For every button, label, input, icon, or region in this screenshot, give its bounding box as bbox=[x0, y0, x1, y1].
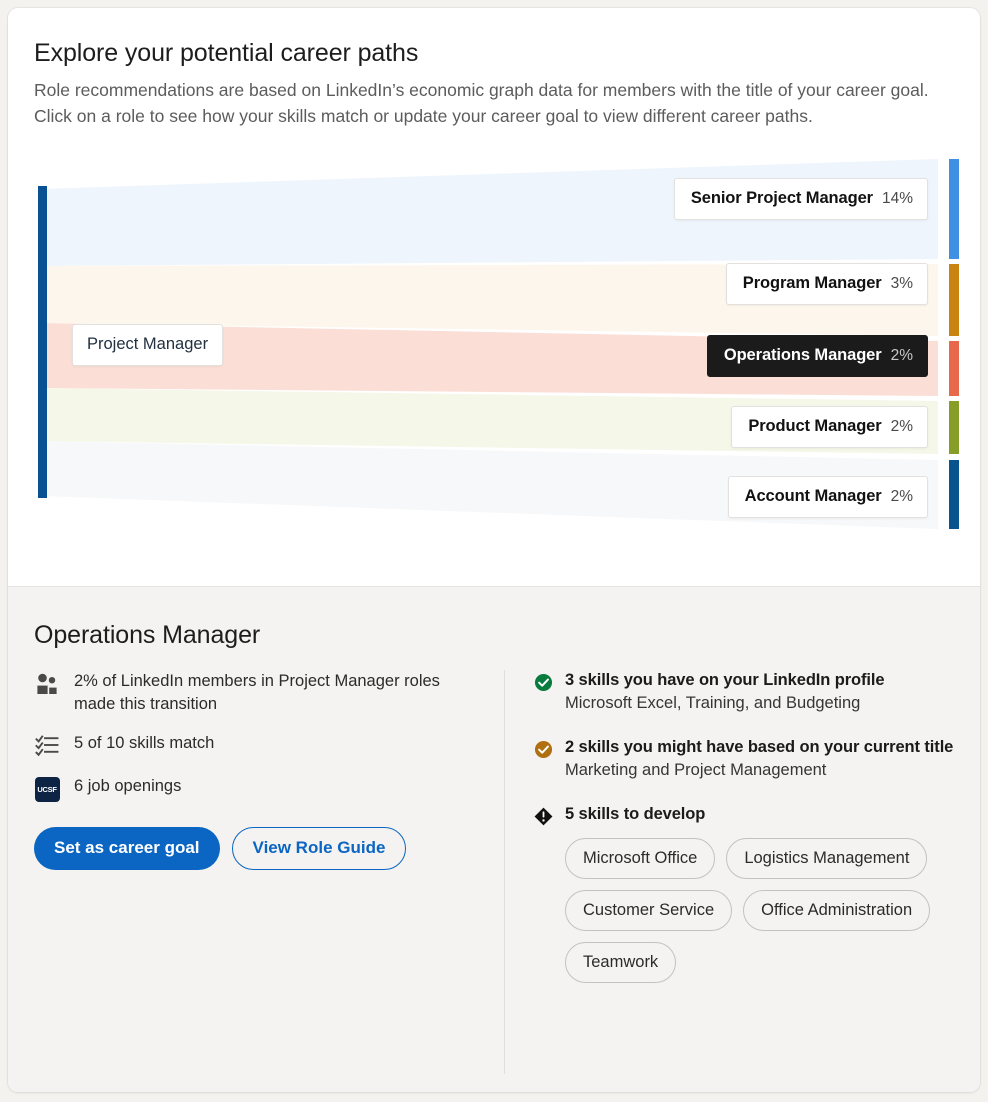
role-name: Program Manager bbox=[742, 274, 882, 292]
check-circle-amber-icon bbox=[533, 739, 553, 759]
set-as-career-goal-button[interactable]: Set as career goal bbox=[34, 827, 220, 870]
view-role-guide-button[interactable]: View Role Guide bbox=[231, 827, 407, 870]
role-name: Senior Project Manager bbox=[690, 189, 873, 207]
stat-skills-match-text: 5 of 10 skills match bbox=[74, 734, 215, 752]
checklist-icon bbox=[34, 733, 60, 759]
detail-right-column: 3 skills you have on your LinkedIn profi… bbox=[504, 670, 954, 1074]
skills-to-develop-text: 5 skills to develop Microsoft Office Log… bbox=[565, 804, 954, 983]
stat-transition-text: 2% of LinkedIn members in Project Manage… bbox=[74, 672, 440, 713]
sankey-label-operations-manager[interactable]: Operations Manager 2% bbox=[706, 335, 928, 377]
role-percent: 2% bbox=[890, 418, 913, 435]
sankey-label-program-manager[interactable]: Program Manager 3% bbox=[725, 263, 928, 305]
sankey-node-program-manager[interactable] bbox=[949, 264, 959, 336]
check-circle-green-icon bbox=[533, 672, 553, 692]
skills-to-develop-group: 5 skills to develop Microsoft Office Log… bbox=[533, 804, 954, 983]
sankey-node-product-manager[interactable] bbox=[949, 401, 959, 454]
stat-transition: 2% of LinkedIn members in Project Manage… bbox=[34, 670, 484, 716]
skill-pill[interactable]: Teamwork bbox=[565, 942, 677, 983]
detail-action-buttons: Set as career goal View Role Guide bbox=[34, 827, 484, 870]
detail-left-column: 2% of LinkedIn members in Project Manage… bbox=[34, 670, 504, 1074]
stat-job-openings: UCSF 6 job openings bbox=[34, 775, 484, 802]
stat-job-openings-text: 6 job openings bbox=[74, 777, 182, 795]
skill-pill[interactable]: Office Administration bbox=[743, 890, 931, 931]
role-name: Product Manager bbox=[748, 417, 882, 435]
sankey-source-label-project-manager[interactable]: Project Manager bbox=[72, 324, 224, 366]
page-title: Explore your potential career paths bbox=[34, 39, 419, 67]
sankey-node-senior-project-manager[interactable] bbox=[949, 159, 959, 259]
career-paths-page: Explore your potential career paths Role… bbox=[0, 0, 988, 1102]
sankey-label-account-manager[interactable]: Account Manager 2% bbox=[727, 476, 928, 518]
ucsf-badge-text: UCSF bbox=[34, 776, 60, 802]
career-paths-card: Explore your potential career paths Role… bbox=[8, 8, 980, 1092]
role-detail-title: Operations Manager bbox=[34, 621, 261, 649]
card-header: Explore your potential career paths Role… bbox=[8, 8, 980, 129]
stat-skills-match: 5 of 10 skills match bbox=[34, 732, 484, 759]
alert-diamond-icon bbox=[533, 806, 553, 826]
sankey-label-product-manager[interactable]: Product Manager 2% bbox=[731, 406, 928, 448]
role-name: Account Manager bbox=[744, 487, 882, 505]
source-label-text: Project Manager bbox=[87, 335, 209, 353]
role-percent: 14% bbox=[881, 190, 913, 207]
role-percent: 3% bbox=[890, 275, 913, 292]
sankey-label-senior-project-manager[interactable]: Senior Project Manager 14% bbox=[673, 178, 928, 220]
role-detail-panel: Operations Manager 2% of LinkedIn member… bbox=[8, 586, 980, 1092]
ucsf-logo-icon: UCSF bbox=[34, 776, 60, 802]
role-percent: 2% bbox=[890, 488, 913, 505]
skills-you-have-group: 3 skills you have on your LinkedIn profi… bbox=[533, 670, 954, 715]
skills-you-might-have-group: 2 skills you might have based on your cu… bbox=[533, 737, 954, 782]
skills-to-develop-heading: 5 skills to develop bbox=[565, 805, 706, 823]
skill-pill[interactable]: Logistics Management bbox=[726, 838, 928, 879]
skill-pill[interactable]: Customer Service bbox=[565, 890, 733, 931]
page-subtitle: Role recommendations are based on Linked… bbox=[34, 80, 929, 126]
role-name: Operations Manager bbox=[723, 346, 882, 364]
skills-you-might-have-heading: 2 skills you might have based on your cu… bbox=[565, 738, 954, 756]
skills-you-have-heading: 3 skills you have on your LinkedIn profi… bbox=[565, 671, 885, 689]
career-path-sankey-chart: Project Manager Senior Project Manager 1… bbox=[8, 151, 980, 547]
people-icon bbox=[34, 671, 60, 697]
skills-you-have-text: 3 skills you have on your LinkedIn profi… bbox=[565, 670, 885, 715]
skills-you-have-list: Microsoft Excel, Training, and Budgeting bbox=[565, 694, 861, 712]
skills-you-might-have-text: 2 skills you might have based on your cu… bbox=[565, 737, 953, 782]
skills-you-might-have-list: Marketing and Project Management bbox=[565, 761, 827, 779]
sankey-source-node-project-manager[interactable] bbox=[38, 186, 47, 498]
sankey-node-operations-manager[interactable] bbox=[949, 341, 959, 396]
role-percent: 2% bbox=[890, 347, 913, 364]
skill-pill[interactable]: Microsoft Office bbox=[565, 838, 716, 879]
sankey-node-account-manager[interactable] bbox=[949, 460, 959, 529]
detail-columns: 2% of LinkedIn members in Project Manage… bbox=[34, 670, 954, 1074]
skills-to-develop-pills: Microsoft Office Logistics Management Cu… bbox=[565, 838, 954, 983]
